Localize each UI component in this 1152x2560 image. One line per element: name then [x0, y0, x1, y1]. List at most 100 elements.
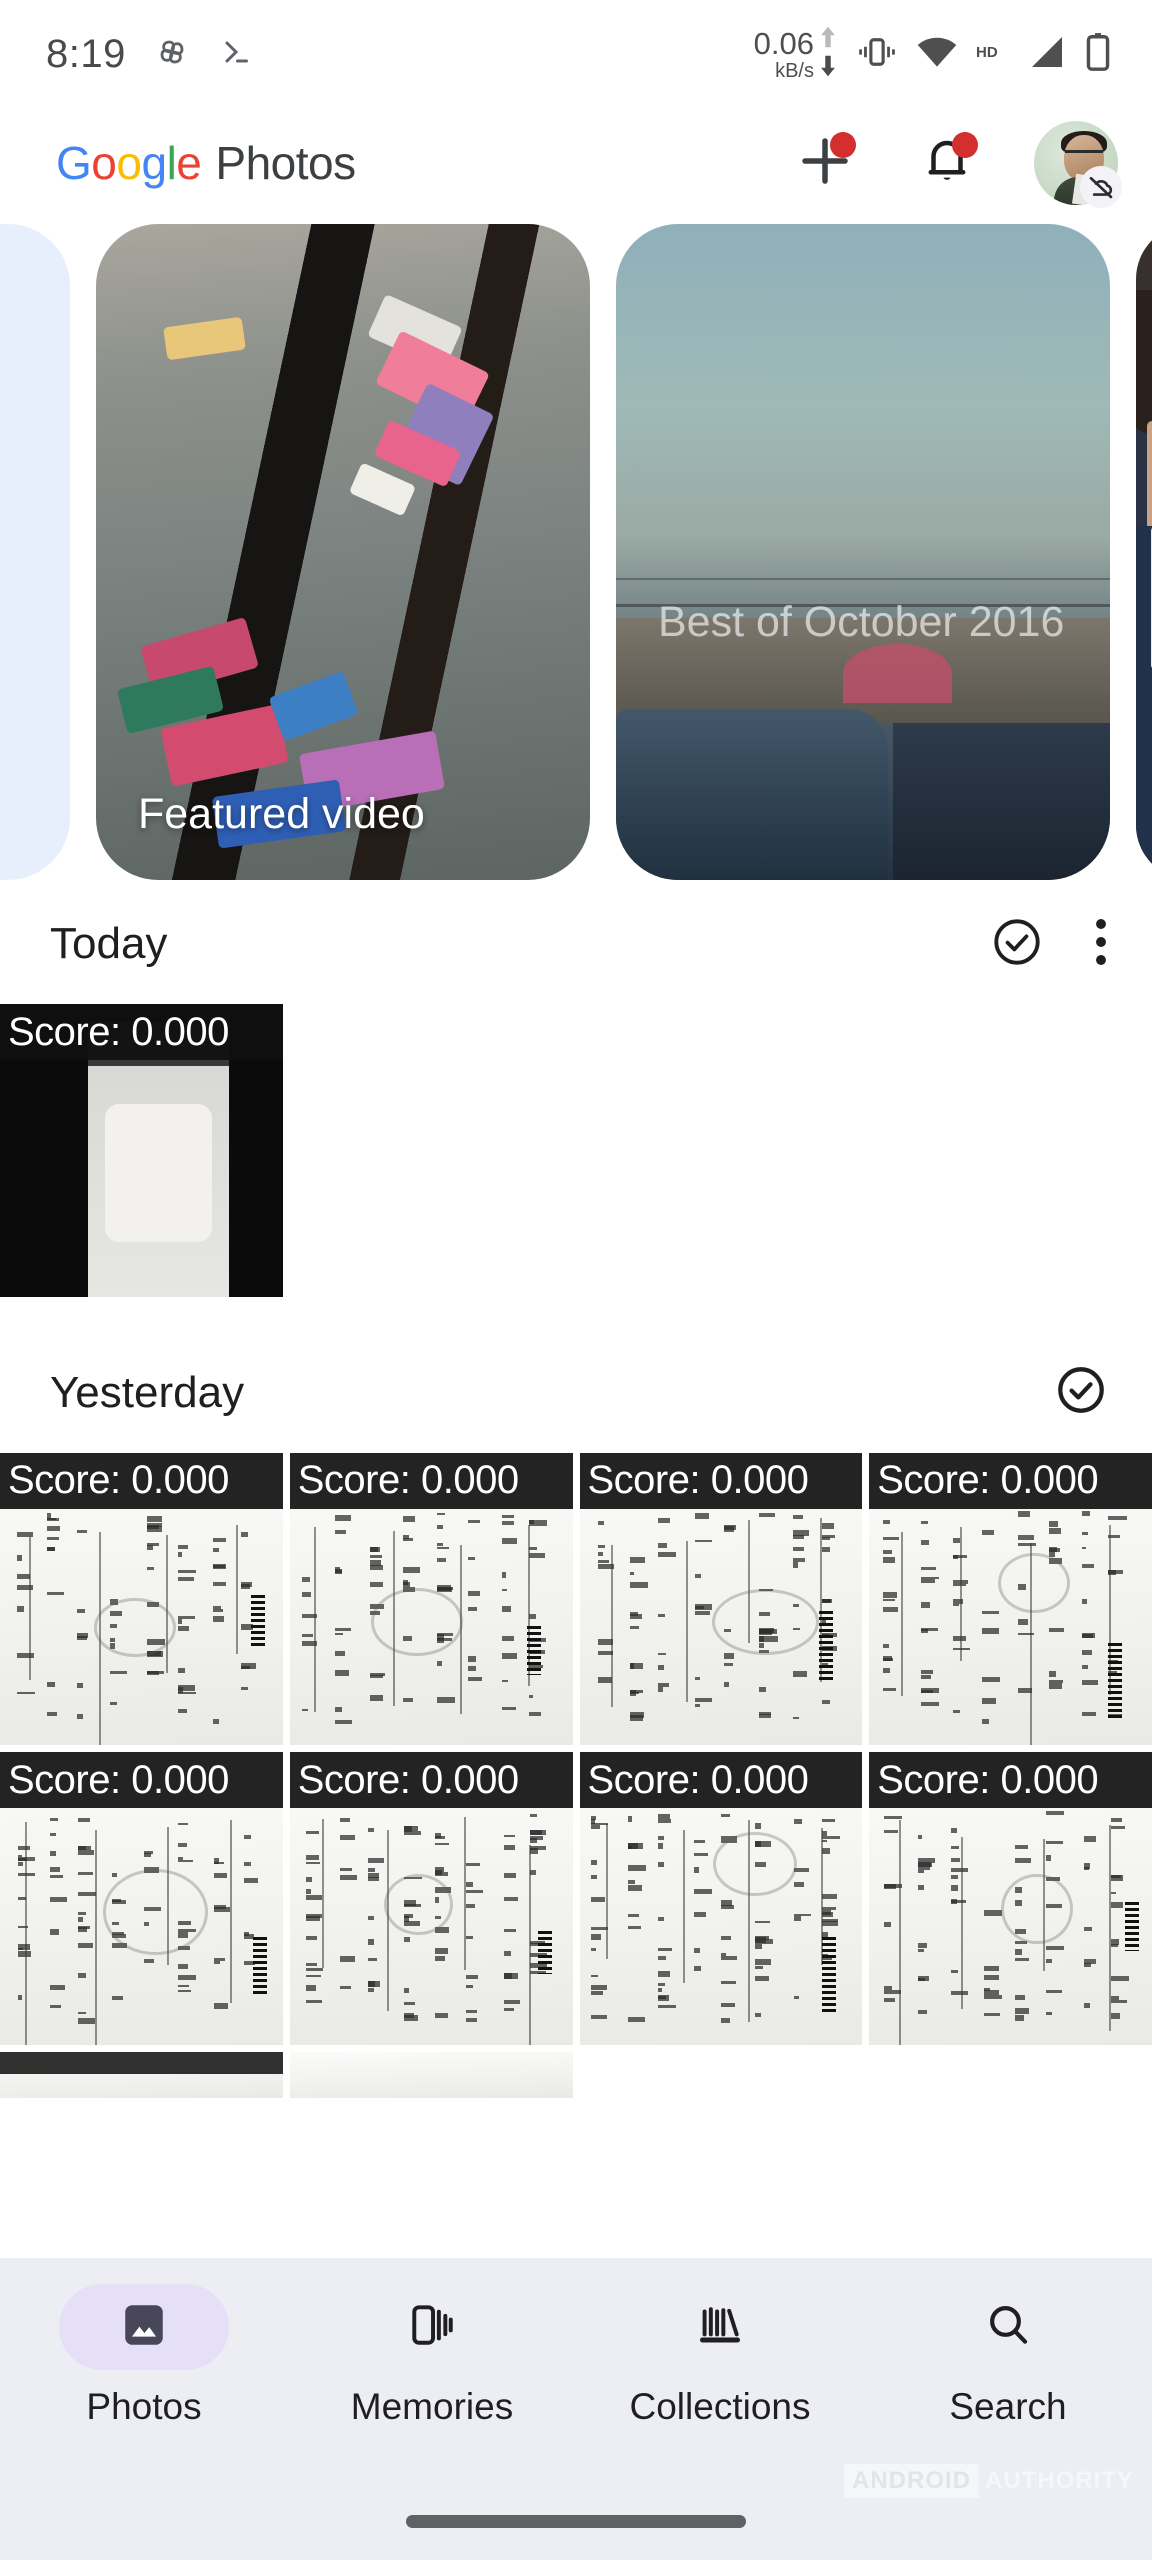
signal-icon — [1027, 32, 1067, 77]
status-bar-clock: 8:19 — [46, 31, 126, 76]
section-actions — [1054, 1363, 1108, 1422]
memory-card-label: Featured video — [138, 790, 425, 839]
score-overlay: Score: 0.000 — [869, 1452, 1152, 1509]
memory-card-featured-video[interactable]: Featured video — [96, 224, 590, 880]
gesture-navigation-bar[interactable] — [406, 2515, 746, 2528]
section-header-yesterday: Yesterday — [0, 1333, 1152, 1453]
hd-icon: HD — [976, 42, 1010, 67]
logo-letter-o2: o — [116, 137, 142, 189]
memory-card-placeholder[interactable] — [0, 224, 70, 880]
score-text: Score: 0.000 — [877, 1757, 1099, 1802]
score-overlay: Score: 0.000 — [0, 1452, 283, 1509]
app-bar: Google Photos — [0, 108, 1152, 218]
notifications-badge — [952, 132, 978, 158]
account-avatar-button[interactable] — [1034, 121, 1122, 208]
memories-cards-icon — [407, 2300, 457, 2355]
add-button-badge — [830, 132, 856, 158]
search-icon — [983, 2300, 1033, 2355]
photo-image-card — [104, 1104, 213, 1242]
nav-pill — [923, 2284, 1093, 2370]
nav-pill — [347, 2284, 517, 2370]
network-speed-value: 0.06 — [753, 25, 814, 61]
nav-tab-label: Memories — [350, 2386, 514, 2427]
photo-thumbnail[interactable]: Score: 0.000 — [0, 1452, 283, 1746]
logo-letter-o1: o — [91, 137, 117, 189]
photo-image — [0, 2052, 283, 2099]
nav-tab-label: Collections — [629, 2386, 811, 2427]
pinwheel-icon — [152, 32, 192, 77]
score-overlay: Score: 0.000 — [579, 1452, 863, 1509]
overflow-menu-icon[interactable] — [1094, 915, 1108, 974]
app-bar-actions — [790, 121, 1122, 208]
score-overlay: Score: 0.000 — [289, 1452, 573, 1509]
select-all-icon[interactable] — [990, 915, 1044, 974]
photo-thumbnail[interactable]: Score: 0.000 — [289, 1452, 573, 1746]
memory-card-best-of-october-2016[interactable]: Best of October 2016 — [616, 224, 1110, 880]
section-title: Today — [50, 919, 168, 968]
score-text: Score: 0.000 — [587, 1458, 809, 1503]
logo-letter-e: e — [176, 137, 202, 189]
battery-icon — [1084, 31, 1112, 78]
watermark-authority: AUTHORITY — [985, 2467, 1134, 2494]
logo-letter-l: l — [166, 137, 177, 189]
photo-thumbnail[interactable]: Score: 0.000 — [289, 1752, 573, 2046]
score-overlay: Score: 0.000 — [0, 1752, 283, 1809]
photo-image-content — [87, 1021, 230, 1297]
download-arrow-icon — [817, 54, 839, 83]
nav-tab-label: Search — [949, 2386, 1067, 2427]
terminal-icon — [218, 34, 254, 75]
photo-grid-today[interactable]: Score: 0.000 — [0, 1004, 1152, 1297]
logo-photos-word: Photos — [215, 137, 356, 189]
nav-tab-search[interactable]: Search — [864, 2284, 1152, 2560]
status-bar: 8:19 0.06 kB/s HD — [0, 0, 1152, 108]
score-overlay: Score: 0.000 — [0, 1004, 283, 1060]
photo-thumbnail[interactable]: Score: 0.000 — [869, 1452, 1152, 1746]
photo-thumbnail[interactable]: Score: 0.000 — [579, 1452, 863, 1746]
score-text: Score: 0.000 — [877, 1458, 1099, 1503]
score-text: Score: 0.000 — [297, 1458, 519, 1503]
photo-thumbnail[interactable] — [289, 2052, 573, 2099]
section-actions — [990, 915, 1108, 974]
status-bar-left: 8:19 — [46, 32, 254, 77]
nav-pill-active — [59, 2284, 229, 2370]
app-logo: Google Photos — [56, 136, 356, 190]
score-text: Score: 0.000 — [8, 1458, 229, 1503]
network-speed-unit: kB/s — [775, 59, 814, 82]
photo-image — [289, 2052, 573, 2099]
score-text: Score: 0.000 — [297, 1757, 519, 1802]
select-all-icon[interactable] — [1054, 1363, 1108, 1422]
photo-icon — [119, 2300, 169, 2355]
photo-thumbnail[interactable] — [0, 2052, 283, 2099]
wifi-icon — [915, 32, 959, 77]
photo-grid-yesterday[interactable]: Score: 0.000 Score: 0.000 Score: 0.000 Scor… — [0, 1452, 1152, 2046]
memories-carousel[interactable]: Featured video Best of October 2016 — [0, 224, 1152, 884]
upload-arrow-icon — [817, 25, 839, 54]
photo-thumbnail[interactable]: Score: 0.000 — [0, 1004, 283, 1297]
score-overlay: Score: 0.000 — [289, 1752, 573, 1809]
section-title: Yesterday — [50, 1367, 245, 1417]
bottom-navigation-bar: Photos Memories Collections Search ANDRO… — [0, 2258, 1152, 2560]
photo-grid-yesterday-partial-row[interactable] — [0, 2052, 1152, 2099]
add-button[interactable] — [790, 128, 860, 198]
notifications-button[interactable] — [912, 128, 982, 198]
memory-card-partial[interactable] — [1136, 224, 1152, 880]
score-text: Score: 0.000 — [8, 1009, 229, 1054]
photo-thumbnail[interactable]: Score: 0.000 — [0, 1752, 283, 2046]
avatar-glasses — [1065, 150, 1103, 160]
score-text: Score: 0.000 — [8, 1757, 229, 1802]
photo-thumbnail[interactable]: Score: 0.000 — [579, 1752, 863, 2046]
vibrate-icon — [856, 31, 898, 78]
svg-text:HD: HD — [976, 44, 998, 61]
watermark-android: ANDROID — [844, 2464, 979, 2498]
status-bar-right: 0.06 kB/s HD — [753, 25, 1112, 83]
logo-letter-g1: G — [56, 137, 92, 189]
photo-thumbnail[interactable]: Score: 0.000 — [869, 1752, 1152, 2046]
collections-library-icon — [695, 2300, 745, 2355]
score-overlay: Score: 0.000 — [579, 1752, 863, 1809]
score-overlay: Score: 0.000 — [869, 1752, 1152, 1809]
nav-tab-photos[interactable]: Photos — [0, 2284, 288, 2560]
watermark: ANDROID AUTHORITY — [844, 2464, 1134, 2498]
network-speed-indicator: 0.06 kB/s — [753, 25, 839, 83]
score-text: Score: 0.000 — [587, 1757, 809, 1802]
logo-letter-g2: g — [141, 137, 167, 189]
